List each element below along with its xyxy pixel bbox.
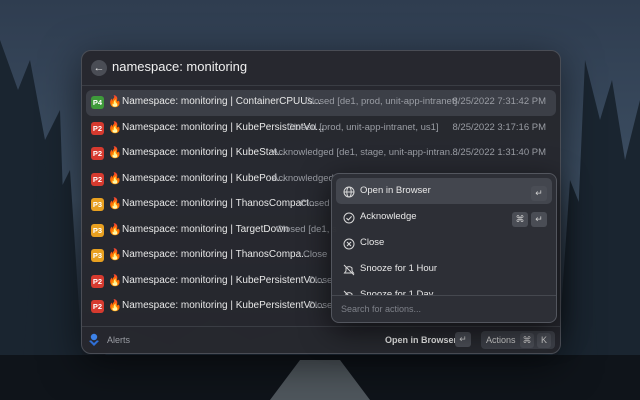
menu-item-label: Snooze for 1 Hour	[360, 263, 438, 274]
fire-icon: 🔥	[108, 96, 122, 108]
fire-icon: 🔥	[108, 274, 122, 287]
menu-item-snooze-for-1-hour[interactable]: Snooze for 1 Hour	[336, 256, 552, 282]
close-circle-icon	[343, 237, 355, 250]
fire-icon: 🔥	[108, 121, 122, 134]
fire-icon: 🔥	[108, 172, 122, 185]
priority-badge: P3	[91, 249, 104, 262]
alert-status: Close	[303, 249, 328, 260]
alert-title: Namespace: monitoring | ThanosCompa...	[122, 249, 310, 260]
enter-key-hint: ↵	[455, 332, 471, 347]
search-bar: ← namespace: monitoring	[82, 51, 560, 86]
alert-status: Closed [prod, unit-app-intranet, us1]	[287, 121, 439, 133]
shortcut-keys: ↵	[528, 183, 547, 201]
globe-icon	[343, 185, 355, 198]
alert-status: Close	[308, 300, 333, 311]
extension-name: Alerts	[107, 335, 131, 345]
check-circle-icon	[343, 211, 355, 224]
priority-badge: P4	[91, 96, 104, 109]
alert-title: Namespace: monitoring | TargetDown	[122, 223, 289, 235]
priority-badge: P2	[91, 121, 104, 135]
alert-status: Closed [de1, prod, unit-app-intranet]	[305, 96, 458, 107]
alert-status: Acknowledged [de1, stage, unit-app-intra…	[272, 147, 458, 158]
search-input[interactable]: namespace: monitoring	[112, 59, 247, 74]
alert-row[interactable]: P2 🔥 Namespace: monitoring | KubeStat... Ac…	[86, 141, 556, 167]
alert-title: Namespace: monitoring | KubeStat...	[122, 147, 286, 158]
priority-badge: P2	[91, 147, 104, 160]
opsgenie-logo-icon	[89, 333, 99, 346]
alert-status: Closed	[300, 198, 330, 209]
alert-status: Close	[308, 274, 333, 286]
alert-date: 8/25/2022 3:17:16 PM	[452, 121, 547, 133]
alert-title: Namespace: monitoring | KubePersistentVo…	[122, 274, 324, 286]
alert-status: Acknowledged	[272, 172, 334, 184]
alert-row[interactable]: P4 🔥 Namespace: monitoring | ContainerCPUU…	[86, 90, 556, 116]
fire-icon: 🔥	[108, 198, 122, 210]
primary-action-button[interactable]: Open in Browser	[385, 335, 457, 345]
alert-date: 8/25/2022 1:31:40 PM	[452, 147, 547, 158]
menu-item-label: Acknowledge	[360, 211, 417, 222]
back-arrow-icon[interactable]: ←	[91, 60, 107, 76]
shortcut-key: ↵	[531, 186, 547, 201]
menu-item-snooze-for-1-day[interactable]: Snooze for 1 Day	[336, 282, 552, 296]
menu-item-open-in-browser[interactable]: Open in Browser ↵	[336, 178, 552, 204]
actions-menu-list: Open in Browser ↵ Acknowledge ⌘ ↵ Close Snooze…	[336, 178, 552, 296]
priority-badge: P2	[91, 300, 104, 313]
fire-icon: 🔥	[108, 249, 122, 261]
snooze-icon	[343, 263, 355, 276]
menu-item-label: Close	[360, 237, 385, 248]
menu-item-acknowledge[interactable]: Acknowledge ⌘ ↵	[336, 204, 552, 230]
priority-badge: P2	[91, 172, 104, 186]
alert-status: Closed [de1, s	[276, 223, 337, 235]
action-bar: Alerts Open in Browser ↵ Actions ⌘ K	[82, 326, 560, 353]
priority-badge: P3	[91, 223, 104, 237]
alert-date: 8/25/2022 7:31:42 PM	[452, 96, 547, 107]
priority-badge: P3	[91, 198, 104, 211]
actions-menu: Open in Browser ↵ Acknowledge ⌘ ↵ Close Snooze…	[331, 173, 557, 323]
fire-icon: 🔥	[108, 300, 122, 312]
shortcut-key: ⌘	[512, 212, 528, 227]
shortcut-keys: ⌘ ↵	[509, 209, 547, 227]
cmd-key-hint: ⌘	[520, 333, 534, 348]
priority-badge: P2	[91, 274, 104, 288]
fire-icon: 🔥	[108, 223, 122, 236]
action-search-field[interactable]: Search for actions...	[332, 295, 556, 322]
alert-title: Namespace: monitoring | KubePod...	[122, 172, 286, 184]
alert-row[interactable]: P2 🔥 Namespace: monitoring | KubePersisten…	[86, 116, 556, 142]
shortcut-key: ↵	[531, 212, 547, 227]
k-key-hint: K	[537, 333, 551, 348]
alert-title: Namespace: monitoring | ContainerCPUUs..…	[122, 96, 321, 107]
fire-icon: 🔥	[108, 147, 122, 159]
menu-item-close[interactable]: Close	[336, 230, 552, 256]
action-search-placeholder: Search for actions...	[341, 304, 422, 314]
menu-item-label: Open in Browser	[360, 185, 431, 196]
alert-title: Namespace: monitoring | KubePersistentVo…	[122, 300, 324, 311]
actions-label: Actions	[486, 335, 516, 345]
alert-title: Namespace: monitoring | ThanosCompact...	[122, 198, 318, 209]
actions-button[interactable]: Actions ⌘ K	[481, 331, 555, 349]
